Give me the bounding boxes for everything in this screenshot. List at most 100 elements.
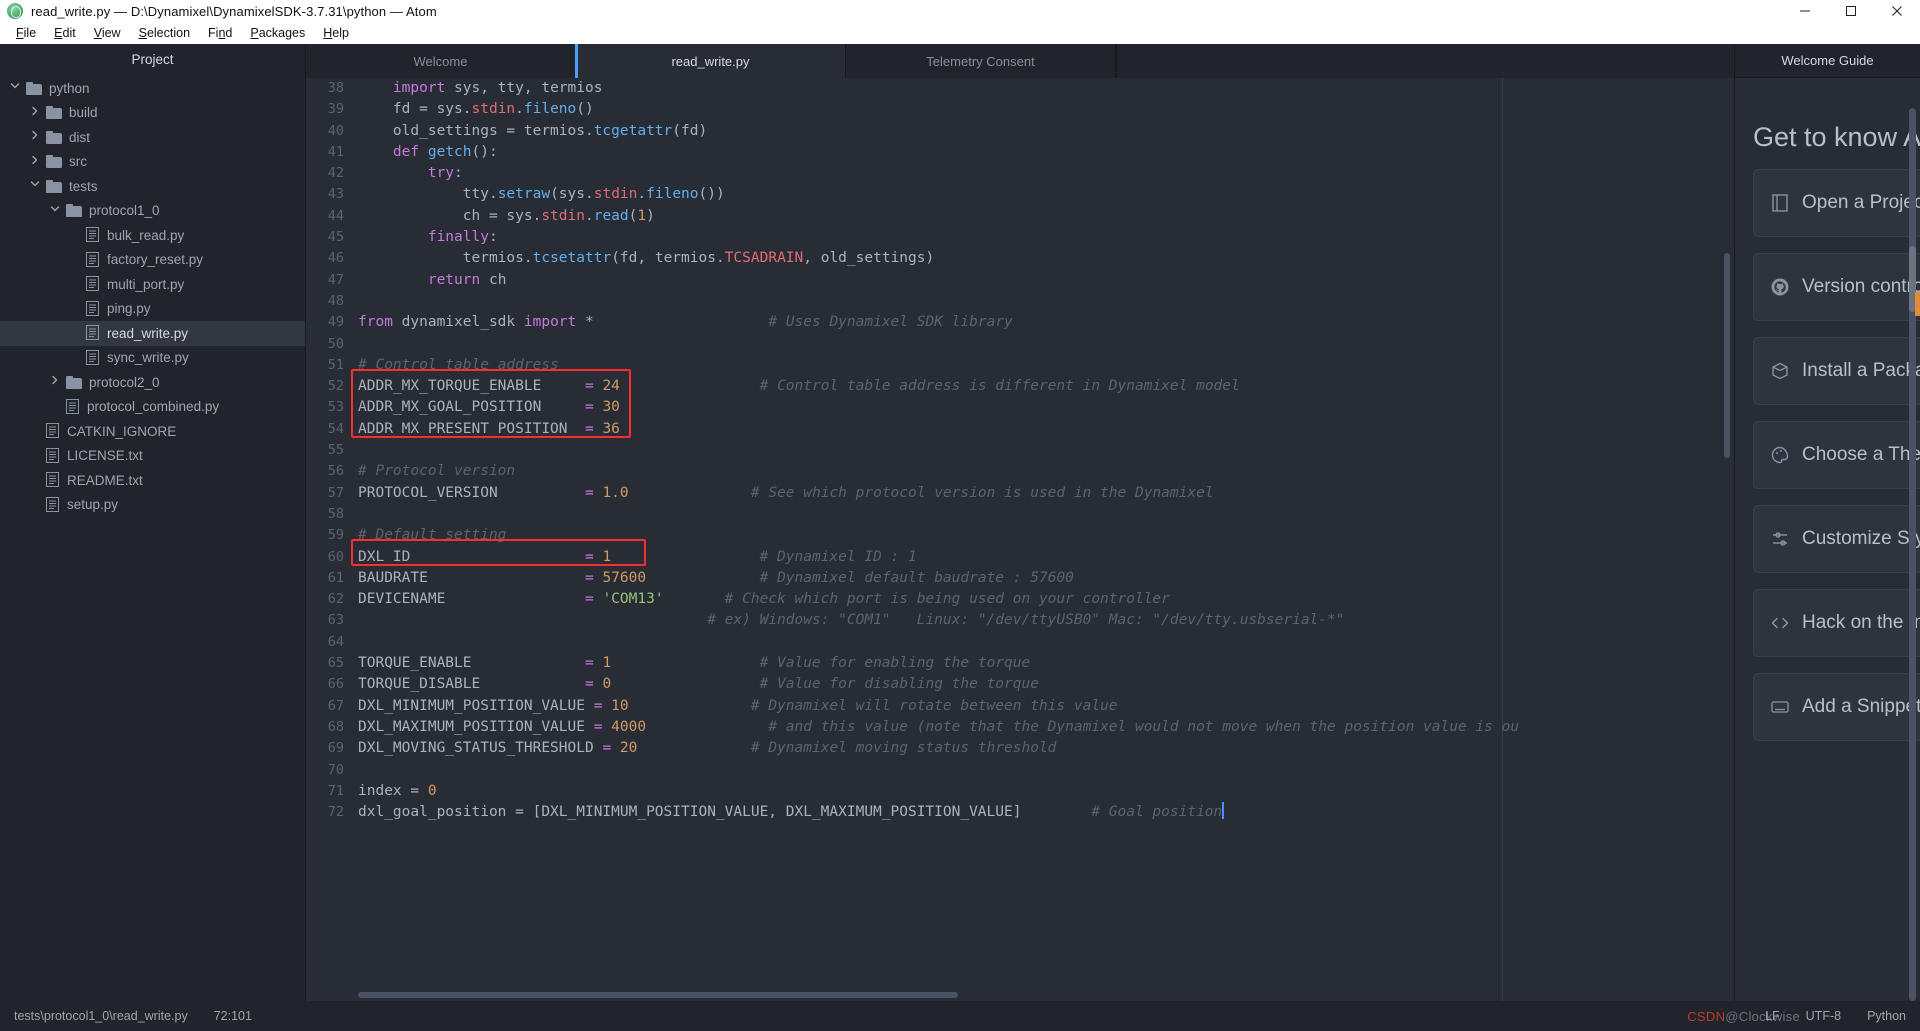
editor-line[interactable]: 64 xyxy=(306,632,1734,653)
editor-line[interactable]: 38 import sys, tty, termios xyxy=(306,78,1734,99)
welcome-card-install-a-package[interactable]: Install a Package xyxy=(1753,337,1920,405)
tree-folder-dist[interactable]: dist xyxy=(0,125,305,150)
line-number: 40 xyxy=(327,122,344,139)
editor-line[interactable]: 67 DXL_MINIMUM_POSITION_VALUE = 10 # Dyna… xyxy=(306,696,1734,717)
editor-horizontal-scrollbar[interactable] xyxy=(358,992,958,998)
editor-line[interactable]: 70 xyxy=(306,760,1734,781)
editor-line[interactable]: 48 xyxy=(306,291,1734,312)
tree-file-factory_reset-py[interactable]: factory_reset.py xyxy=(0,248,305,273)
tree-folder-build[interactable]: build xyxy=(0,101,305,126)
tree-file-bulk_read-py[interactable]: bulk_read.py xyxy=(0,223,305,248)
status-cursor-position[interactable]: 72:101 xyxy=(214,1009,252,1023)
tree-folder-src[interactable]: src xyxy=(0,150,305,175)
editor-line[interactable]: 69 DXL_MOVING_STATUS_THRESHOLD = 20 # Dyn… xyxy=(306,738,1734,759)
editor-line[interactable]: 50 xyxy=(306,334,1734,355)
editor-line[interactable]: 40 old_settings = termios.tcgetattr(fd) xyxy=(306,121,1734,142)
status-grammar[interactable]: Python xyxy=(1867,1009,1906,1023)
tree-file-protocol_combined-py[interactable]: protocol_combined.py xyxy=(0,395,305,420)
tab-welcome[interactable]: Welcome xyxy=(306,44,576,78)
chevron-right-icon[interactable] xyxy=(30,130,44,144)
welcome-card-version-control-with-git-and-github[interactable]: Version control with Git and GitHub xyxy=(1753,253,1920,321)
tree-folder-protocol1_0[interactable]: protocol1_0 xyxy=(0,199,305,224)
welcome-card-open-a-project[interactable]: Open a Project xyxy=(1753,169,1920,237)
editor-vertical-scrollbar[interactable] xyxy=(1724,253,1730,458)
tree-file-catkin_ignore[interactable]: CATKIN_IGNORE xyxy=(0,419,305,444)
line-content: PROTOCOL_VERSION = 1.0 # See which proto… xyxy=(358,483,1734,504)
editor-line[interactable]: 61 BAUDRATE = 57600 # Dynamixel default b… xyxy=(306,568,1734,589)
tree-file-sync_write-py[interactable]: sync_write.py xyxy=(0,346,305,371)
editor-line[interactable]: 66 TORQUE_DISABLE = 0 # Value for disabli… xyxy=(306,674,1734,695)
editor-line[interactable]: 51 # Control table address xyxy=(306,355,1734,376)
editor-line[interactable]: 53 ADDR_MX_GOAL_POSITION = 30 xyxy=(306,397,1734,418)
editor-line[interactable]: 42 try: xyxy=(306,163,1734,184)
tree-item-label: protocol_combined.py xyxy=(87,399,220,414)
editor-line[interactable]: 68 DXL_MAXIMUM_POSITION_VALUE = 4000 # an… xyxy=(306,717,1734,738)
tree-file-multi_port-py[interactable]: multi_port.py xyxy=(0,272,305,297)
line-content: import sys, tty, termios xyxy=(358,78,1734,99)
menu-item-view[interactable]: View xyxy=(86,24,129,42)
code-token-pln: (sys. xyxy=(550,186,594,203)
editor-line[interactable]: 62 DEVICENAME = 'COM13' # Check which por… xyxy=(306,589,1734,610)
status-encoding[interactable]: UTF-8 xyxy=(1806,1009,1841,1023)
editor-line[interactable]: 58 xyxy=(306,504,1734,525)
editor-line[interactable]: 47 return ch xyxy=(306,270,1734,291)
code-token-pln: ADDR_MX_PRESENT_POSITION xyxy=(358,420,585,437)
status-line-ending[interactable]: LF xyxy=(1765,1009,1780,1023)
tree-folder-protocol2_0[interactable]: protocol2_0 xyxy=(0,370,305,395)
editor-line[interactable]: 45 finally: xyxy=(306,227,1734,248)
editor-line[interactable]: 49 from dynamixel_sdk import * # Uses Dyn… xyxy=(306,312,1734,333)
tab-read-write-py[interactable]: read_write.py xyxy=(575,44,846,78)
editor-line[interactable]: 57 PROTOCOL_VERSION = 1.0 # See which pro… xyxy=(306,483,1734,504)
chevron-right-icon[interactable] xyxy=(30,106,44,120)
menu-item-file[interactable]: File xyxy=(8,24,44,42)
tree-folder-tests[interactable]: tests xyxy=(0,174,305,199)
welcome-card-add-a-snippet[interactable]: Add a Snippet xyxy=(1753,673,1920,741)
line-number: 42 xyxy=(327,165,344,182)
tree-file-ping-py[interactable]: ping.py xyxy=(0,297,305,322)
welcome-card-hack-on-the-init-script[interactable]: Hack on the Init Script xyxy=(1753,589,1920,657)
chevron-down-icon[interactable] xyxy=(10,81,24,95)
welcome-card-choose-a-theme[interactable]: Choose a Theme xyxy=(1753,421,1920,489)
status-file-path[interactable]: tests\protocol1_0\read_write.py xyxy=(14,1009,188,1023)
editor-line[interactable]: 60 DXL_ID = 1 # Dynamixel ID : 1 xyxy=(306,547,1734,568)
editor-line[interactable]: 56 # Protocol version xyxy=(306,461,1734,482)
editor-line[interactable]: 46 termios.tcsetattr(fd, termios.TCSADRA… xyxy=(306,248,1734,269)
tree-folder-python[interactable]: python xyxy=(0,76,305,101)
chevron-down-icon[interactable] xyxy=(30,179,44,193)
menu-item-packages[interactable]: Packages xyxy=(242,24,313,42)
chevron-right-icon[interactable] xyxy=(30,155,44,169)
editor-line[interactable]: 65 TORQUE_ENABLE = 1 # Value for enabling… xyxy=(306,653,1734,674)
editor-line[interactable]: 63 # ex) Windows: "COM1" Linux: "/dev/tt… xyxy=(306,610,1734,631)
editor-line[interactable]: 52 ADDR_MX_TORQUE_ENABLE = 24 # Control t… xyxy=(306,376,1734,397)
code-editor[interactable]: 38 import sys, tty, termios 39 fd = sys.s… xyxy=(306,78,1734,1001)
welcome-card-customize-styling[interactable]: Customize Styling xyxy=(1753,505,1920,573)
editor-line[interactable]: 71 index = 0 xyxy=(306,781,1734,802)
code-token-num: 10 xyxy=(611,697,629,714)
editor-line[interactable]: 41 def getch(): xyxy=(306,142,1734,163)
project-tree[interactable]: python build dist src tests protocol1_0 bulk_r… xyxy=(0,74,305,517)
menu-item-help[interactable]: Help xyxy=(315,24,357,42)
tree-file-license-txt[interactable]: LICENSE.txt xyxy=(0,444,305,469)
minimize-button[interactable] xyxy=(1782,0,1828,22)
close-button[interactable] xyxy=(1874,0,1920,22)
menu-item-edit[interactable]: Edit xyxy=(46,24,84,42)
editor-line[interactable]: 59 # Default setting xyxy=(306,525,1734,546)
editor-line[interactable]: 39 fd = sys.stdin.fileno() xyxy=(306,99,1734,120)
editor-line[interactable]: 72 dxl_goal_position = [DXL_MINIMUM_POSIT… xyxy=(306,802,1734,823)
editor-line[interactable]: 54 ADDR_MX_PRESENT_POSITION = 36 xyxy=(306,419,1734,440)
welcome-guide-scrollbar-track[interactable] xyxy=(1909,108,1916,1001)
chevron-right-icon[interactable] xyxy=(50,375,64,389)
editor-line[interactable]: 44 ch = sys.stdin.read(1) xyxy=(306,206,1734,227)
menu-item-find[interactable]: Find xyxy=(200,24,240,42)
tree-item-label: bulk_read.py xyxy=(107,227,185,243)
tree-file-read_write-py[interactable]: read_write.py xyxy=(0,321,305,346)
maximize-button[interactable] xyxy=(1828,0,1874,22)
tree-file-setup-py[interactable]: setup.py xyxy=(0,493,305,518)
menu-item-selection[interactable]: Selection xyxy=(131,24,198,42)
editor-line[interactable]: 55 xyxy=(306,440,1734,461)
tree-file-readme-txt[interactable]: README.txt xyxy=(0,468,305,493)
editor-line[interactable]: 43 tty.setraw(sys.stdin.fileno()) xyxy=(306,184,1734,205)
chevron-down-icon[interactable] xyxy=(50,204,64,218)
line-content: try: xyxy=(358,163,1734,184)
tab-telemetry-consent[interactable]: Telemetry Consent xyxy=(846,44,1116,78)
